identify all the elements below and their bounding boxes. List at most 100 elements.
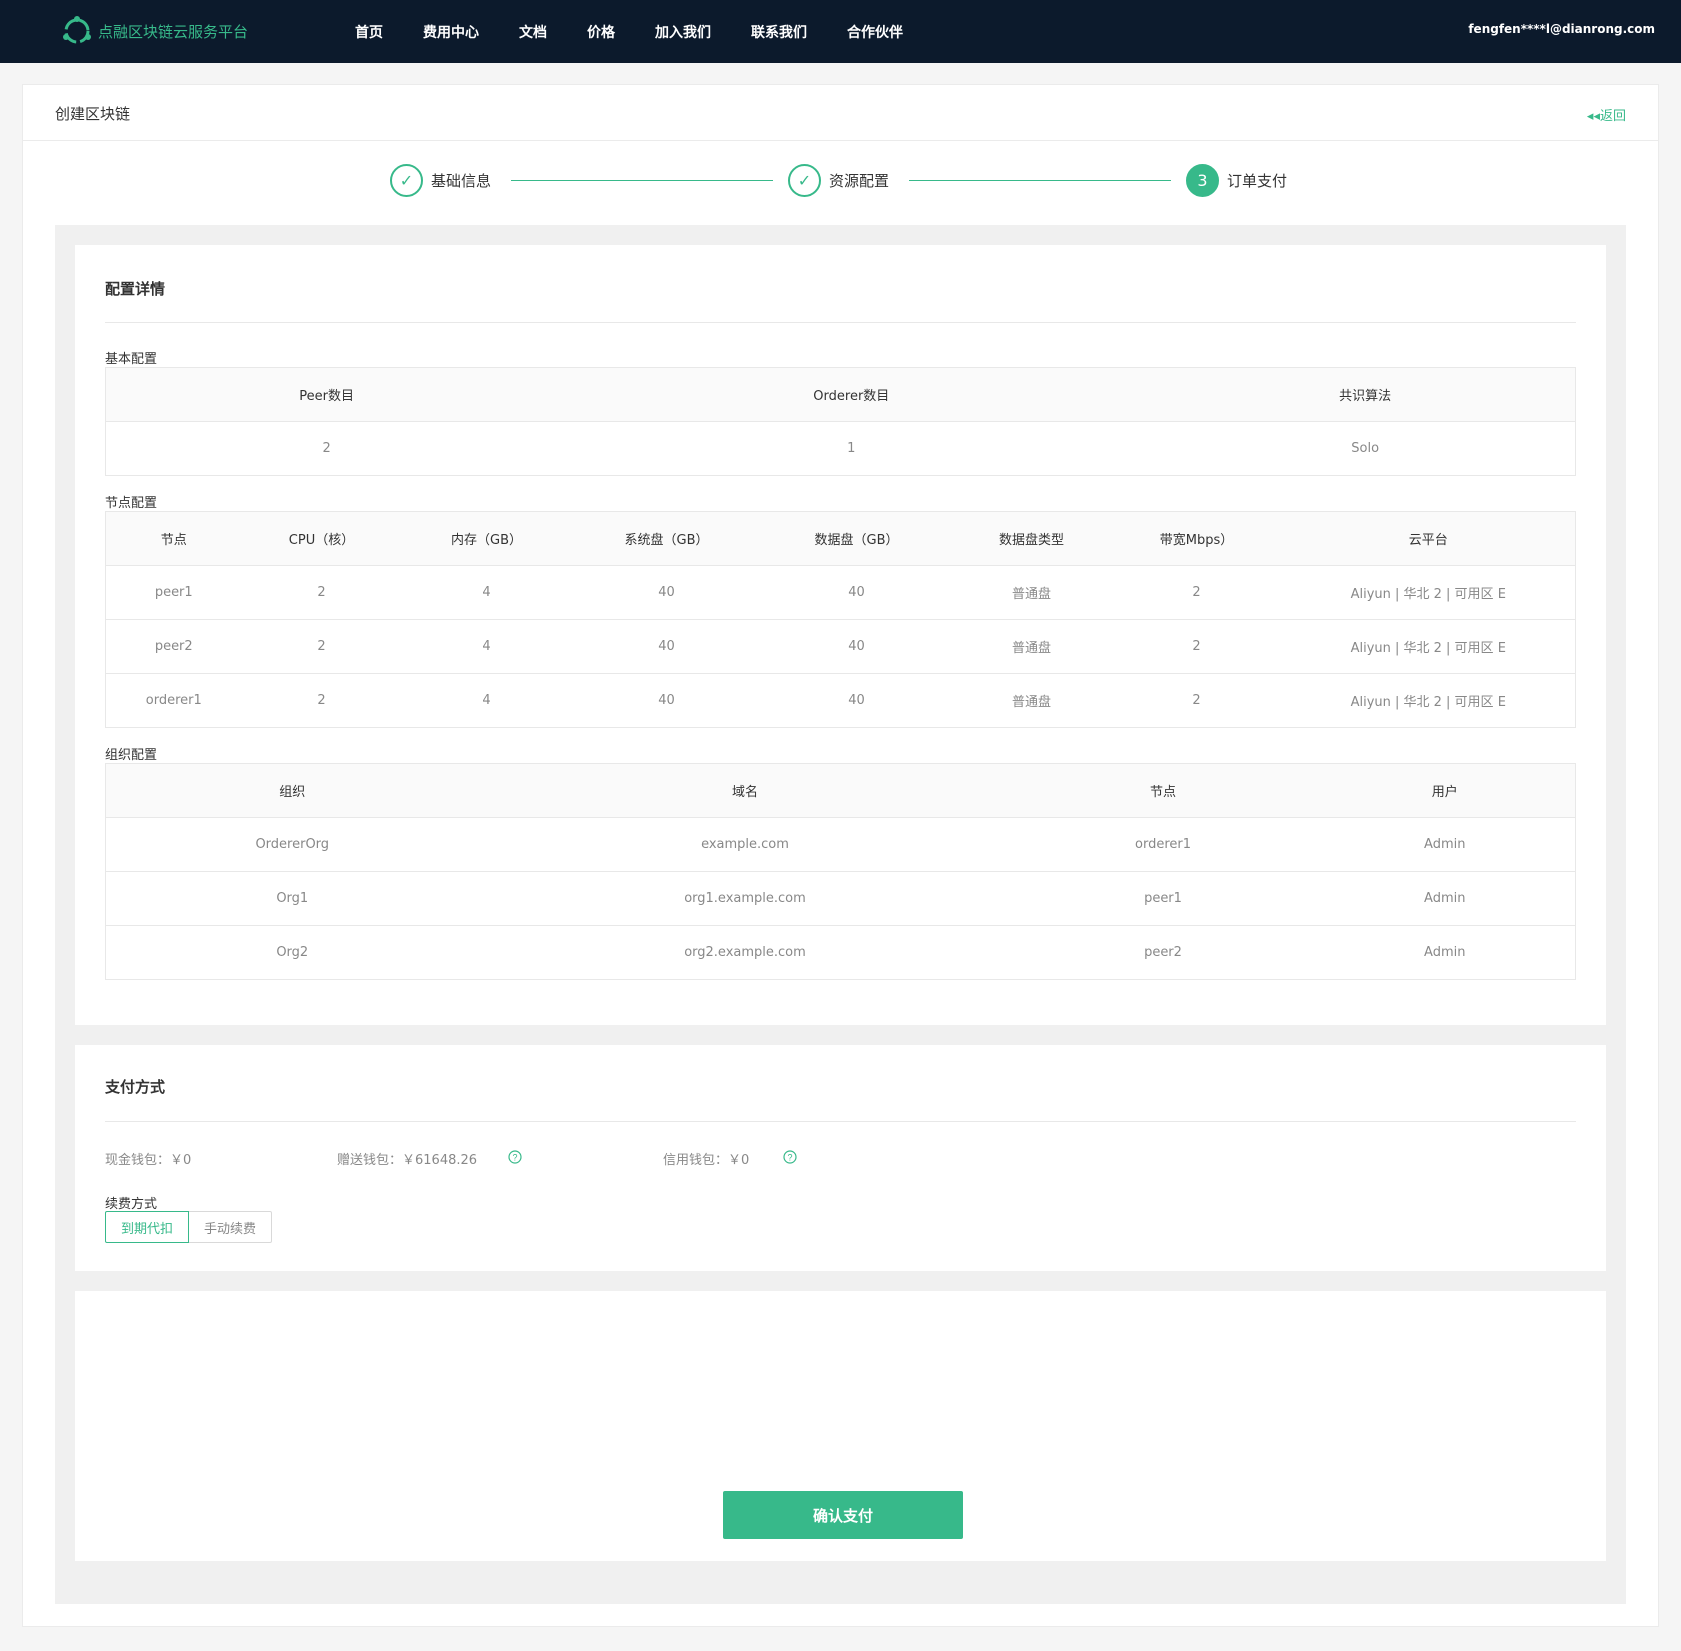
col-node: 节点 [105, 511, 242, 566]
cell: Org2 [276, 945, 309, 960]
nav-item-partners[interactable]: 合作伙伴 [847, 22, 903, 42]
svg-text:?: ? [512, 1153, 517, 1163]
cell: 40 [658, 693, 675, 708]
cell: 普通盘 [951, 619, 1112, 674]
cell: peer1 [1011, 871, 1315, 926]
content-area: 配置详情 基本配置 Peer数目 Orderer数目 共识算法 2 1 Solo… [55, 225, 1626, 1604]
basic-config-label: 基本配置 [105, 352, 158, 367]
table-row: Org2 org2.example.com peer2 Admin [106, 926, 1576, 980]
step-order-payment: 3 订单支付 [1186, 163, 1287, 197]
cell: Aliyun | 华北 2 | 可用区 E [1281, 619, 1576, 674]
col-bandwidth: 带宽Mbps） [1111, 511, 1282, 566]
brand-logo[interactable]: 点融区块链云服务平台 [60, 14, 248, 48]
table-row: Org1 org1.example.com peer1 Admin [105, 871, 1576, 926]
cash-wallet: 现金钱包：￥0 [105, 1153, 192, 1168]
cell: org2.example.com [684, 945, 806, 960]
step-connector [511, 180, 773, 181]
col-peer-count: Peer数目 [105, 367, 548, 422]
cell: peer2 [1144, 945, 1182, 960]
help-icon[interactable]: ? [508, 1150, 522, 1164]
renew-manual-option[interactable]: 手动续费 [189, 1211, 273, 1243]
main-nav: 首页 费用中心 文档 价格 加入我们 联系我们 合作伙伴 [355, 0, 943, 63]
col-user: 用户 [1314, 763, 1576, 818]
col-cpu: CPU（核） [241, 511, 402, 566]
cell: 普通盘 [1011, 695, 1051, 710]
table-row: OrdererOrg example.com orderer1 Admin [105, 817, 1576, 872]
user-email[interactable]: fengfen****l@dianrong.com [1468, 22, 1655, 36]
col-consensus: 共识算法 [1155, 367, 1576, 422]
confirm-card: 确认支付 [75, 1291, 1606, 1561]
cell: 40 [571, 565, 762, 620]
col-disk-type: 数据盘类型 [951, 511, 1112, 566]
cell: 2 [322, 441, 331, 456]
renew-method-toggle: 到期代扣 手动续费 [105, 1211, 273, 1243]
cell: 40 [571, 619, 762, 674]
panel-header: 创建区块链 ◂◂返回 [23, 85, 1658, 141]
cell: orderer1 [1011, 817, 1315, 872]
table-row: 2 1 Solo [106, 422, 1576, 476]
cell: 普通盘 [951, 565, 1112, 620]
cell: OrdererOrg [105, 817, 479, 872]
table-row: orderer1 2 4 40 40 普通盘 2 Aliyun | 华北 2 |… [106, 674, 1576, 728]
cell: Aliyun | 华北 2 | 可用区 E [1350, 695, 1506, 710]
gift-wallet: 赠送钱包：￥61648.26 [337, 1153, 478, 1168]
cell: 40 [761, 619, 952, 674]
check-icon: ✓ [390, 163, 423, 197]
cell: 1 [847, 441, 856, 456]
col-system-disk: 系统盘（GB） [571, 511, 762, 566]
cell: 2 [1111, 565, 1282, 620]
payment-method-card: 支付方式 现金钱包：￥0 赠送钱包：￥61648.26 ? 信用钱包：￥0 ? … [75, 1045, 1606, 1271]
config-details-title: 配置详情 [105, 280, 166, 298]
page-title: 创建区块链 [55, 105, 131, 123]
help-icon[interactable]: ? [783, 1150, 797, 1164]
logo-icon [63, 16, 91, 44]
double-arrow-left-icon: ◂◂ [1586, 109, 1600, 124]
cell: 40 [848, 693, 865, 708]
org-config-label: 组织配置 [105, 748, 158, 763]
config-details-card: 配置详情 基本配置 Peer数目 Orderer数目 共识算法 2 1 Solo… [75, 245, 1606, 1025]
cell: Admin [1424, 945, 1466, 960]
col-cloud-platform: 云平台 [1281, 511, 1576, 566]
cell: Admin [1314, 871, 1576, 926]
divider [105, 322, 1576, 323]
step-connector [909, 180, 1171, 181]
nav-item-contact[interactable]: 联系我们 [751, 22, 807, 42]
node-config-label: 节点配置 [105, 496, 158, 511]
nav-item-join-us[interactable]: 加入我们 [655, 22, 711, 42]
nav-item-home[interactable]: 首页 [355, 22, 383, 42]
table-header-row: 节点 CPU（核） 内存（GB） 系统盘（GB） 数据盘（GB） 数据盘类型 带… [105, 511, 1576, 566]
node-config-table: 节点 CPU（核） 内存（GB） 系统盘（GB） 数据盘（GB） 数据盘类型 带… [105, 511, 1576, 728]
col-orderer-count: Orderer数目 [547, 367, 1156, 422]
cell: org1.example.com [478, 871, 1012, 926]
cell: Aliyun | 华北 2 | 可用区 E [1281, 565, 1576, 620]
svg-text:?: ? [787, 1153, 792, 1163]
step-label: 订单支付 [1227, 171, 1288, 190]
step-number: 3 [1186, 163, 1219, 197]
cell: 2 [1192, 693, 1201, 708]
cell: Org1 [105, 871, 479, 926]
nav-item-billing[interactable]: 费用中心 [423, 22, 479, 42]
nav-item-pricing[interactable]: 价格 [587, 22, 615, 42]
nav-item-docs[interactable]: 文档 [519, 22, 547, 42]
divider [105, 1121, 1576, 1122]
org-config-table: 组织 域名 节点 用户 OrdererOrg example.com order… [105, 763, 1576, 980]
table-row: peer2 2 4 40 40 普通盘 2 Aliyun | 华北 2 | 可用… [105, 619, 1576, 674]
cell: orderer1 [145, 693, 202, 708]
table-row: peer1 2 4 40 40 普通盘 2 Aliyun | 华北 2 | 可用… [105, 565, 1576, 620]
create-blockchain-panel: 创建区块链 ◂◂返回 ✓ 基础信息 ✓ 资源配置 3 订单支付 配置详情 基本配… [22, 84, 1659, 1627]
cell: peer2 [105, 619, 242, 674]
back-link[interactable]: ◂◂返回 [1587, 105, 1626, 124]
table-header-row: 组织 域名 节点 用户 [105, 763, 1576, 818]
cell: 2 [317, 693, 326, 708]
step-label: 资源配置 [829, 171, 890, 190]
col-memory: 内存（GB） [401, 511, 572, 566]
renew-auto-deduct-option[interactable]: 到期代扣 [105, 1211, 190, 1243]
confirm-payment-button[interactable]: 确认支付 [723, 1491, 963, 1539]
cell: 2 [241, 565, 402, 620]
credit-wallet: 信用钱包：￥0 [663, 1153, 750, 1168]
cell: 4 [401, 565, 572, 620]
back-label: 返回 [1599, 109, 1626, 124]
cell: Solo [1351, 441, 1380, 456]
step-indicator: ✓ 基础信息 ✓ 资源配置 3 订单支付 [23, 163, 1658, 203]
step-resource-config: ✓ 资源配置 [788, 163, 889, 197]
